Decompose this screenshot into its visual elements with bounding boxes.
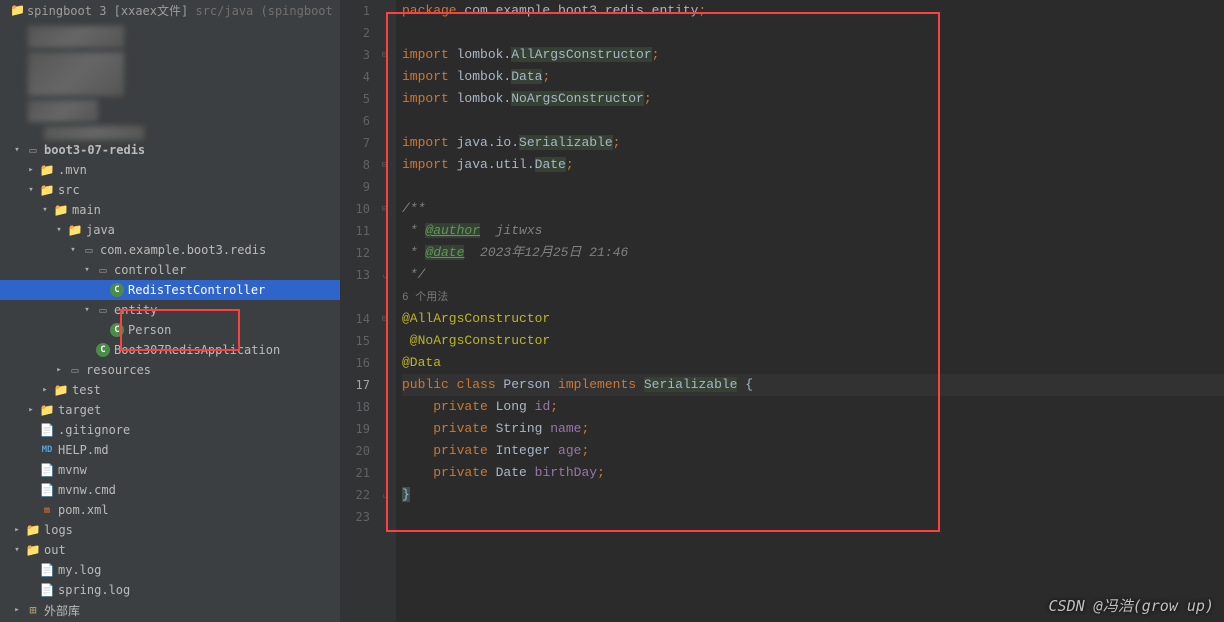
code-line-current: public class Person implements Serializa… xyxy=(402,374,1224,396)
code-line: @Data xyxy=(402,352,1224,374)
tree-item-pom[interactable]: mpom.xml xyxy=(0,500,340,520)
code-body[interactable]: package com.example.boot3.redis.entity; … xyxy=(396,0,1224,622)
code-line: @AllArgsConstructor xyxy=(402,308,1224,330)
code-line: import java.io.Serializable; xyxy=(402,132,1224,154)
watermark: CSDN @冯浩(grow up) xyxy=(1049,595,1214,616)
code-line: @NoArgsConstructor xyxy=(402,330,1224,352)
tree-item[interactable]: ▾▭controller xyxy=(0,260,340,280)
code-line: package com.example.boot3.redis.entity; xyxy=(402,0,1224,22)
tree-item[interactable]: 📄my.log xyxy=(0,560,340,580)
tree-item-person[interactable]: CPerson xyxy=(0,320,340,340)
tree-item[interactable]: 📄mvnw xyxy=(0,460,340,480)
project-tree[interactable]: 📁 spingboot 3 [xxaex文件] src/java (spingb… xyxy=(0,0,340,622)
tree-breadcrumb: 📁 spingboot 3 [xxaex文件] src/java (spingb… xyxy=(0,0,340,20)
code-line: } xyxy=(402,484,1224,506)
tree-item[interactable]: ▸📁test xyxy=(0,380,340,400)
code-line: import lombok.AllArgsConstructor; xyxy=(402,44,1224,66)
tree-item[interactable]: 📄.gitignore xyxy=(0,420,340,440)
tree-item[interactable]: ▸▭resources xyxy=(0,360,340,380)
tree-item-out[interactable]: ▾📁out xyxy=(0,540,340,560)
code-line: */ xyxy=(402,264,1224,286)
tree-item[interactable]: ▸📁logs xyxy=(0,520,340,540)
tree-item-target[interactable]: ▸📁target xyxy=(0,400,340,420)
code-line: /** xyxy=(402,198,1224,220)
tree-item[interactable]: 📄spring.log xyxy=(0,580,340,600)
usage-hint[interactable]: 6 个用法 xyxy=(402,286,1224,308)
code-line: private Integer age; xyxy=(402,440,1224,462)
tree-item-entity[interactable]: ▾▭entity xyxy=(0,300,340,320)
fold-column[interactable]: ⊟ ⊟ ⊟ ⌞ ⊟ ⌞ xyxy=(380,0,396,622)
tree-item[interactable]: ▾📁main xyxy=(0,200,340,220)
code-line: private Long id; xyxy=(402,396,1224,418)
tree-item[interactable]: ▸📁.mvn xyxy=(0,160,340,180)
code-line: import java.util.Date; xyxy=(402,154,1224,176)
tree-item-selected[interactable]: CRedisTestController xyxy=(0,280,340,300)
code-line: * @date 2023年12月25日 21:46 xyxy=(402,242,1224,264)
code-line: import lombok.Data; xyxy=(402,66,1224,88)
tree-item[interactable]: ▾📁java xyxy=(0,220,340,240)
code-line: import lombok.NoArgsConstructor; xyxy=(402,88,1224,110)
tree-item[interactable]: 📄mvnw.cmd xyxy=(0,480,340,500)
tree-item-module[interactable]: ▾▭boot3-07-redis xyxy=(0,140,340,160)
code-line: private Date birthDay; xyxy=(402,462,1224,484)
tree-item-package[interactable]: ▾▭com.example.boot3.redis xyxy=(0,240,340,260)
code-line: * @author jitwxs xyxy=(402,220,1224,242)
tree-item-app[interactable]: CBoot307RedisApplication xyxy=(0,340,340,360)
code-editor[interactable]: 1234567891011121314151617181920212223 ⊟ … xyxy=(340,0,1224,622)
tree-item-extlib[interactable]: ▸⊞外部库 xyxy=(0,600,340,620)
tree-item-src[interactable]: ▾📁src xyxy=(0,180,340,200)
code-line: private String name; xyxy=(402,418,1224,440)
tree-item[interactable]: MDHELP.md xyxy=(0,440,340,460)
line-gutter: 1234567891011121314151617181920212223 xyxy=(340,0,380,622)
